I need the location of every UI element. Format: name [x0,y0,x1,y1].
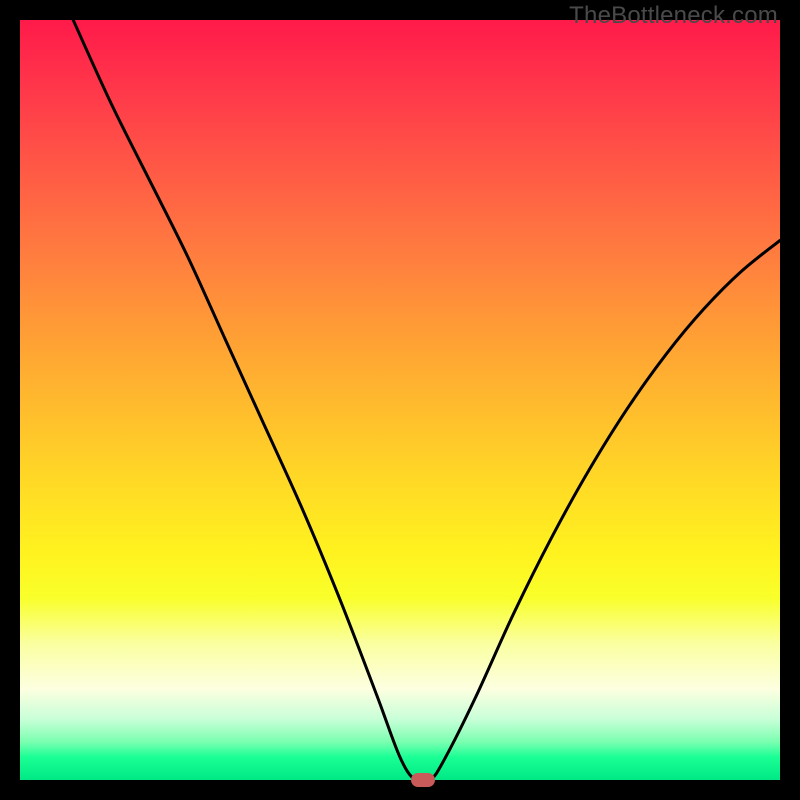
bottleneck-curve [20,20,780,780]
watermark-text: TheBottleneck.com [569,2,778,30]
optimal-marker [411,773,435,787]
plot-area [20,20,780,780]
chart-frame: TheBottleneck.com [0,0,800,800]
